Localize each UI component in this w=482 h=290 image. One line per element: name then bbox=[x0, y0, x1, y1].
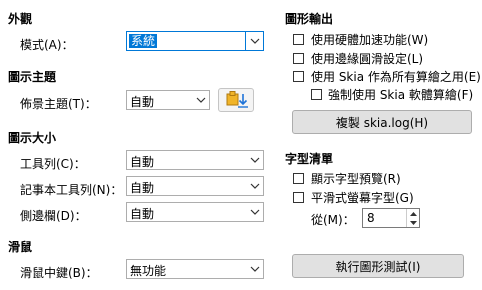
sidebar-size-label: 側邊欄(D)： bbox=[20, 209, 87, 223]
copy-skia-log-button[interactable]: 複製 skia.log(H) bbox=[292, 110, 472, 134]
middle-button-label: 滑鼠中鍵(B)： bbox=[20, 266, 98, 280]
notebookbar-size-label: 記事本工具列(N)： bbox=[20, 183, 123, 197]
from-size-label: 從(M)： bbox=[311, 213, 355, 227]
font-preview-label: 顯示字型預覽(R) bbox=[311, 172, 401, 186]
sidebar-size-dropdown[interactable]: 自動 bbox=[126, 202, 264, 222]
install-theme-button[interactable] bbox=[218, 88, 254, 112]
skia-software-checkbox[interactable] bbox=[311, 89, 322, 100]
middle-button-dropdown[interactable]: 無功能 bbox=[126, 259, 264, 279]
notebookbar-size-dropdown[interactable]: 自動 bbox=[126, 176, 264, 196]
icon-size-heading: 圖示大小 bbox=[8, 131, 57, 145]
skia-checkbox[interactable] bbox=[293, 71, 304, 82]
chevron-down-icon bbox=[192, 91, 209, 109]
appearance-heading: 外觀 bbox=[8, 12, 33, 26]
notebookbar-size-value: 自動 bbox=[130, 181, 155, 195]
toolbar-size-dropdown[interactable]: 自動 bbox=[126, 150, 264, 170]
chevron-down-icon bbox=[245, 32, 263, 50]
graphics-heading: 圖形輸出 bbox=[285, 12, 334, 26]
font-preview-checkbox[interactable] bbox=[293, 173, 304, 184]
toolbar-size-value: 自動 bbox=[130, 155, 155, 169]
spin-down-icon[interactable] bbox=[407, 218, 419, 227]
style-dropdown[interactable]: 系統 bbox=[126, 31, 264, 51]
smooth-font-checkbox[interactable] bbox=[293, 192, 304, 203]
toolbar-size-label: 工具列(C)： bbox=[20, 157, 86, 171]
from-size-value: 8 bbox=[367, 211, 375, 225]
hw-accel-label: 使用硬體加速功能(W) bbox=[311, 33, 429, 47]
icon-theme-label: 佈景主題(T)： bbox=[20, 97, 97, 111]
skia-label: 使用 Skia 作為所有算繪之用(E) bbox=[311, 70, 481, 84]
run-graphics-test-button[interactable]: 執行圖形測試(I) bbox=[292, 254, 464, 278]
style-value: 系統 bbox=[129, 34, 158, 48]
spin-up-icon[interactable] bbox=[407, 209, 419, 218]
icon-theme-dropdown[interactable]: 自動 bbox=[126, 90, 210, 110]
mouse-heading: 滑鼠 bbox=[8, 240, 33, 254]
sidebar-size-value: 自動 bbox=[130, 207, 155, 221]
from-size-spinbox[interactable]: 8 bbox=[362, 208, 420, 228]
icon-theme-heading: 圖示主題 bbox=[8, 70, 57, 84]
chevron-down-icon bbox=[246, 177, 263, 195]
smooth-font-label: 平滑式螢幕字型(G) bbox=[311, 191, 414, 205]
chevron-down-icon bbox=[246, 260, 263, 278]
skia-software-label: 強制使用 Skia 軟體算繪(F) bbox=[328, 88, 474, 102]
antialias-label: 使用邊緣圓滑設定(L) bbox=[311, 52, 424, 66]
middle-button-value: 無功能 bbox=[130, 264, 167, 278]
download-extension-icon bbox=[226, 91, 248, 108]
icon-theme-value: 自動 bbox=[130, 95, 155, 109]
antialias-checkbox[interactable] bbox=[293, 53, 304, 64]
chevron-down-icon bbox=[246, 203, 263, 221]
chevron-down-icon bbox=[246, 151, 263, 169]
hw-accel-checkbox[interactable] bbox=[293, 34, 304, 45]
style-label: 模式(A)： bbox=[20, 38, 74, 52]
font-lists-heading: 字型清單 bbox=[285, 152, 334, 166]
